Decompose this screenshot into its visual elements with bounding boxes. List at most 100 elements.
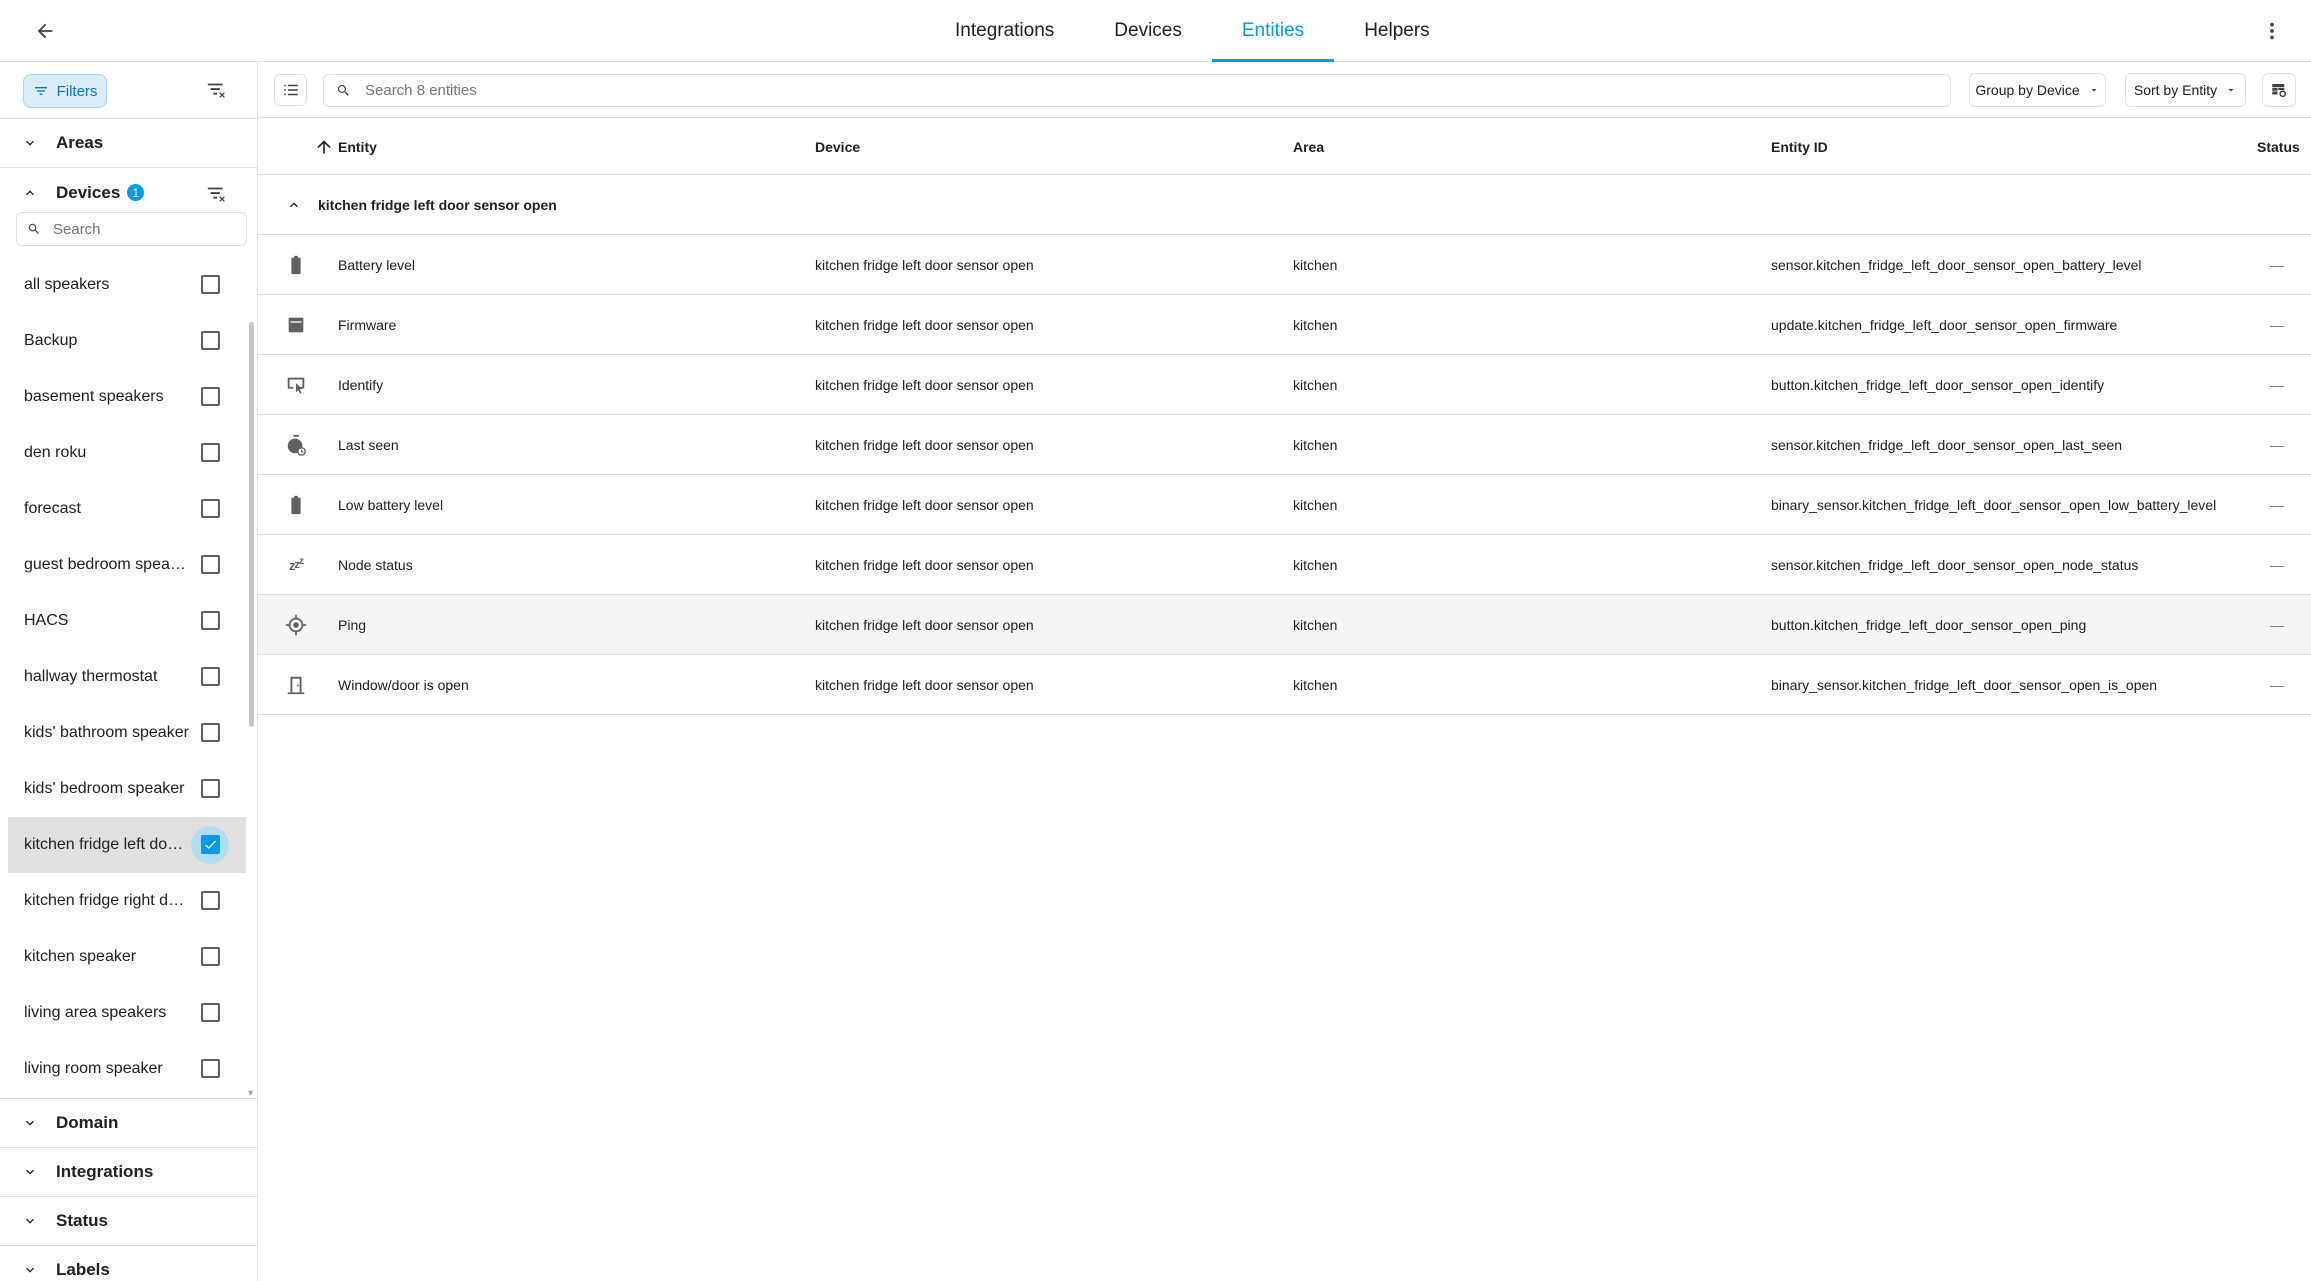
door-open-icon xyxy=(284,673,308,697)
device-filter-list: all speakers Backup basement speakers de… xyxy=(8,257,246,1095)
device-checkbox[interactable] xyxy=(201,947,220,966)
group-header-row[interactable]: kitchen fridge left door sensor open xyxy=(258,175,2311,235)
entity-search-input[interactable]: Search 8 entities xyxy=(323,74,1951,107)
table-row[interactable]: Low battery level kitchen fridge left do… xyxy=(258,475,2311,535)
entity-name: Battery level xyxy=(338,257,416,273)
devices-section-toggle[interactable]: Devices 1 xyxy=(0,168,257,217)
device-checkbox[interactable] xyxy=(201,499,220,518)
device-filter-item[interactable]: Backup xyxy=(8,313,246,369)
area-name: kitchen xyxy=(1293,557,1338,573)
device-list-scrollbar[interactable] xyxy=(249,322,254,727)
tab-devices[interactable]: Devices xyxy=(1084,0,1212,62)
sleep-icon: zzz xyxy=(289,555,304,573)
device-checkbox[interactable] xyxy=(201,779,220,798)
table-row[interactable]: Window/door is open kitchen fridge left … xyxy=(258,655,2311,715)
dots-vertical-icon xyxy=(2270,22,2274,40)
table-row[interactable]: Battery level kitchen fridge left door s… xyxy=(258,235,2311,295)
labels-section-label: Labels xyxy=(56,1260,110,1279)
selection-mode-button[interactable] xyxy=(274,74,307,106)
identify-icon xyxy=(284,373,308,397)
device-filter-item[interactable]: living room speaker xyxy=(8,1041,246,1095)
filters-toggle-chip[interactable]: Filters xyxy=(23,74,107,108)
group-by-label: Group by Device xyxy=(1975,82,2080,98)
device-filter-item[interactable]: HACS xyxy=(8,593,246,649)
table-row[interactable]: Last seen kitchen fridge left door senso… xyxy=(258,415,2311,475)
device-filter-item[interactable]: basement speakers xyxy=(8,369,246,425)
device-name: kitchen fridge left door sensor open xyxy=(815,317,1034,333)
device-checkbox[interactable] xyxy=(201,891,220,910)
device-filter-item[interactable]: hallway thermostat xyxy=(8,649,246,705)
device-filter-item[interactable]: all speakers xyxy=(8,257,246,313)
device-checkbox[interactable] xyxy=(201,1003,220,1022)
areas-section-toggle[interactable]: Areas xyxy=(0,119,257,168)
table-row[interactable]: Ping kitchen fridge left door sensor ope… xyxy=(258,595,2311,655)
device-checkbox[interactable] xyxy=(201,1059,220,1078)
device-name: kitchen fridge left door sensor open xyxy=(815,257,1034,273)
firmware-icon xyxy=(284,313,308,337)
status-section-toggle[interactable]: Status xyxy=(0,1197,257,1246)
device-filter-item-selected[interactable]: kitchen fridge left door s... xyxy=(8,817,246,873)
device-checkbox[interactable] xyxy=(201,387,220,406)
entity-id: binary_sensor.kitchen_fridge_left_door_s… xyxy=(1771,497,2217,513)
column-header-status[interactable]: Status xyxy=(2257,118,2300,175)
device-filter-item[interactable]: forecast xyxy=(8,481,246,537)
group-by-dropdown[interactable]: Group by Device xyxy=(1969,73,2106,107)
search-icon xyxy=(337,84,349,96)
integrations-section-toggle[interactable]: Integrations xyxy=(0,1148,257,1197)
column-header-entity-id[interactable]: Entity ID xyxy=(1771,118,1828,175)
device-checkbox[interactable] xyxy=(201,667,220,686)
device-checkbox[interactable] xyxy=(201,275,220,294)
device-name: living area speakers xyxy=(24,1004,167,1021)
devices-section-label: Devices xyxy=(56,182,121,202)
table-settings-button[interactable] xyxy=(2262,73,2296,107)
device-name: kitchen fridge left door sensor open xyxy=(815,677,1034,693)
table-row[interactable]: zzz Node status kitchen fridge left door… xyxy=(258,535,2311,595)
column-header-device[interactable]: Device xyxy=(815,118,860,175)
domain-section-toggle[interactable]: Domain xyxy=(0,1099,257,1148)
device-filter-item[interactable]: kitchen speaker xyxy=(8,929,246,985)
device-checkbox[interactable] xyxy=(201,723,220,742)
device-filter-item[interactable]: guest bedroom speaker xyxy=(8,537,246,593)
clear-devices-filter-button[interactable] xyxy=(203,180,231,208)
device-name: HACS xyxy=(24,612,69,629)
clear-all-filters-button[interactable] xyxy=(203,76,231,104)
device-filter-item[interactable]: den roku xyxy=(8,425,246,481)
device-filter-item[interactable]: kids' bedroom speaker xyxy=(8,761,246,817)
entities-table-pane: Search 8 entities Group by Device Sort b… xyxy=(258,62,2311,1281)
group-name: kitchen fridge left door sensor open xyxy=(318,196,557,213)
timer-icon xyxy=(284,433,308,457)
device-filter-item[interactable]: kids' bathroom speaker xyxy=(8,705,246,761)
column-header-entity[interactable]: Entity xyxy=(317,118,377,175)
back-button[interactable] xyxy=(28,14,62,48)
table-row[interactable]: Identify kitchen fridge left door sensor… xyxy=(258,355,2311,415)
device-checkbox[interactable] xyxy=(201,555,220,574)
tab-entities[interactable]: Entities xyxy=(1211,0,1335,62)
tab-helpers[interactable]: Helpers xyxy=(1334,0,1459,62)
device-filter-item[interactable]: living area speakers xyxy=(8,985,246,1041)
device-checkbox[interactable] xyxy=(201,443,220,462)
area-name: kitchen xyxy=(1293,437,1338,453)
device-checkbox-checked[interactable] xyxy=(201,835,220,854)
filter-pane-header: Filters xyxy=(0,62,257,119)
labels-section-toggle[interactable]: Labels xyxy=(0,1246,257,1281)
sort-by-dropdown[interactable]: Sort by Entity xyxy=(2125,73,2246,107)
area-name: kitchen xyxy=(1293,317,1338,333)
tab-integrations[interactable]: Integrations xyxy=(925,0,1084,62)
overflow-menu-button[interactable] xyxy=(2255,14,2289,48)
status-value: — xyxy=(2270,317,2284,333)
integrations-section-label: Integrations xyxy=(56,1162,154,1181)
device-search-input[interactable]: Search xyxy=(16,212,247,246)
device-checkbox[interactable] xyxy=(201,331,220,350)
table-row[interactable]: Firmware kitchen fridge left door sensor… xyxy=(258,295,2311,355)
entity-id: button.kitchen_fridge_left_door_sensor_o… xyxy=(1771,617,2087,633)
device-name: kitchen fridge left door sensor open xyxy=(815,437,1034,453)
area-name: kitchen xyxy=(1293,617,1338,633)
filter-icon xyxy=(34,87,47,95)
column-header-area[interactable]: Area xyxy=(1293,118,1324,175)
areas-section-label: Areas xyxy=(56,133,104,152)
domain-section-label: Domain xyxy=(56,1113,119,1132)
entity-id: button.kitchen_fridge_left_door_sensor_o… xyxy=(1771,377,2105,393)
device-filter-item[interactable]: kitchen fridge right door ... xyxy=(8,873,246,929)
device-checkbox[interactable] xyxy=(201,611,220,630)
status-value: — xyxy=(2270,257,2284,273)
